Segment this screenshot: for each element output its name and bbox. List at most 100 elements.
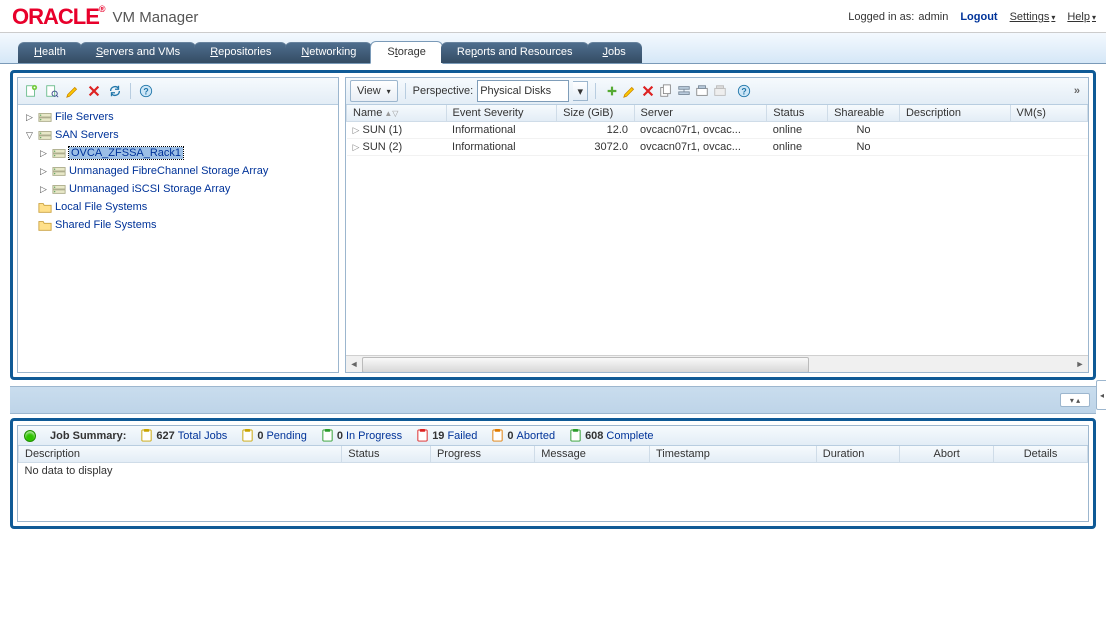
folder-icon <box>37 200 53 214</box>
tab-jobs[interactable]: Jobs <box>587 42 642 63</box>
scroll-right-icon[interactable]: ► <box>1072 356 1088 372</box>
expand-icon[interactable]: ▽ <box>24 130 35 141</box>
column-header[interactable]: VM(s) <box>1010 105 1087 122</box>
horizontal-splitter[interactable]: ▾ ▴ <box>10 386 1096 414</box>
job-stat-failed[interactable]: 19 Failed <box>416 429 477 442</box>
tree-label: Shared File Systems <box>55 219 156 231</box>
dropdown-arrow-icon[interactable]: ▾ <box>573 81 588 101</box>
delete-icon[interactable] <box>639 82 657 100</box>
column-header[interactable]: Duration <box>816 446 899 463</box>
expand-icon[interactable]: ▷ <box>24 112 35 123</box>
separator <box>405 83 406 99</box>
scroll-thumb[interactable] <box>362 357 809 373</box>
column-header[interactable]: Description <box>899 105 1010 122</box>
storage-icon <box>51 182 67 196</box>
column-header[interactable]: Status <box>767 105 828 122</box>
unpresent-icon[interactable] <box>711 82 729 100</box>
tab-storage[interactable]: Storage <box>370 41 443 64</box>
expand-icon[interactable]: ▷ <box>38 184 49 195</box>
add-icon[interactable] <box>603 82 621 100</box>
logged-in-label: Logged in as: <box>848 11 914 23</box>
storage-icon <box>51 146 67 160</box>
expand-panel-icon[interactable]: » <box>1070 85 1084 97</box>
content-panel: View▾ Perspective: Physical Disks▾ ? » N… <box>345 77 1089 373</box>
tab-health[interactable]: Health <box>18 42 82 63</box>
workspace: ? ▷File Servers ▽ SAN Servers ▷OVCA_ZFSSA_R… <box>10 70 1096 380</box>
job-stat-in-progress[interactable]: 0 In Progress <box>321 429 402 442</box>
tree-node-san-servers[interactable]: ▽ SAN Servers <box>20 126 338 144</box>
clone-icon[interactable] <box>657 82 675 100</box>
column-header[interactable]: Details <box>994 446 1088 463</box>
settings-menu[interactable]: Settings▾ <box>1010 11 1056 23</box>
expand-icon[interactable]: ▷ <box>38 166 49 177</box>
view-menu[interactable]: View▾ <box>350 80 398 102</box>
table-row[interactable]: ▷ SUN (2)Informational3072.0ovcacn07r1, … <box>347 139 1088 156</box>
header-right: Logged in as: admin Logout Settings▾ Hel… <box>848 11 1096 23</box>
expand-icon[interactable]: ▷ <box>38 148 49 159</box>
expand-icon[interactable]: ▷ <box>353 142 360 152</box>
collapse-right-handle[interactable]: ◂ <box>1096 380 1106 410</box>
jobs-grid[interactable]: DescriptionStatusProgressMessageTimestam… <box>18 446 1088 521</box>
content-toolbar: View▾ Perspective: Physical Disks▾ ? » <box>346 78 1088 105</box>
expand-icon[interactable] <box>24 220 35 231</box>
tab-repositories[interactable]: Repositories <box>194 42 287 63</box>
column-header[interactable]: Shareable <box>828 105 900 122</box>
tree-node-unmanaged-fibrechannel-storage-array[interactable]: ▷Unmanaged FibreChannel Storage Array <box>20 162 338 180</box>
refresh-icon[interactable] <box>106 82 124 100</box>
column-header[interactable]: Abort <box>900 446 994 463</box>
perspective-select[interactable]: Physical Disks <box>477 80 569 102</box>
brand-logo: ORACLE® <box>12 4 105 30</box>
splitter-handle-icon[interactable]: ▾ ▴ <box>1060 393 1090 407</box>
column-header[interactable]: Server <box>634 105 767 122</box>
edit-icon[interactable] <box>621 82 639 100</box>
caret-down-icon: ▾ <box>1051 13 1055 22</box>
tree-label: SAN Servers <box>55 129 119 141</box>
refresh-paths-icon[interactable] <box>675 82 693 100</box>
separator <box>130 83 131 99</box>
delete-icon[interactable] <box>85 82 103 100</box>
tree-node-local-file-systems[interactable]: Local File Systems <box>20 198 338 216</box>
help-icon[interactable]: ? <box>137 82 155 100</box>
storage-tree[interactable]: ▷File Servers ▽ SAN Servers ▷OVCA_ZFSSA_Rac… <box>18 105 338 372</box>
tab-reports-and-resources[interactable]: Reports and Resources <box>441 42 589 63</box>
scroll-left-icon[interactable]: ◄ <box>346 356 362 372</box>
navigator-toolbar: ? <box>18 78 338 105</box>
column-header[interactable]: Size (GiB) <box>557 105 634 122</box>
logout-link[interactable]: Logout <box>960 11 997 23</box>
column-header[interactable]: Status <box>342 446 431 463</box>
table-row[interactable]: ▷ SUN (1)Informational12.0ovcacn07r1, ov… <box>347 122 1088 139</box>
new-icon[interactable] <box>22 82 40 100</box>
tree-node-shared-file-systems[interactable]: Shared File Systems <box>20 216 338 234</box>
tree-node-unmanaged-iscsi-storage-array[interactable]: ▷Unmanaged iSCSI Storage Array <box>20 180 338 198</box>
job-summary-bar: Job Summary: 627 Total Jobs 0 Pending 0 … <box>18 426 1088 446</box>
expand-icon[interactable]: ▷ <box>353 125 360 135</box>
main-tabbar: HealthServers and VMsRepositoriesNetwork… <box>0 33 1106 64</box>
job-stat-aborted[interactable]: 0 Aborted <box>491 429 555 442</box>
help-icon[interactable]: ? <box>735 82 753 100</box>
storage-icon <box>37 128 53 142</box>
column-header[interactable]: Message <box>535 446 650 463</box>
column-header[interactable]: Description <box>19 446 342 463</box>
tree-node-ovca-zfssa-rack1[interactable]: ▷OVCA_ZFSSA_Rack1 <box>20 144 338 162</box>
tab-servers-and-vms[interactable]: Servers and VMs <box>80 42 196 63</box>
discover-icon[interactable] <box>43 82 61 100</box>
expand-icon[interactable] <box>24 202 35 213</box>
job-stat-complete[interactable]: 608 Complete <box>569 429 653 442</box>
column-header[interactable]: Name▲▽ <box>347 105 447 122</box>
tab-networking[interactable]: Networking <box>285 42 372 63</box>
help-menu[interactable]: Help▾ <box>1067 11 1096 23</box>
svg-text:?: ? <box>143 87 148 97</box>
perspective-label: Perspective: <box>413 85 474 97</box>
physical-disks-grid[interactable]: Name▲▽Event SeveritySize (GiB)ServerStat… <box>346 105 1088 355</box>
present-icon[interactable] <box>693 82 711 100</box>
column-header[interactable]: Timestamp <box>649 446 816 463</box>
edit-icon[interactable] <box>64 82 82 100</box>
horizontal-scrollbar[interactable]: ◄ ► <box>346 355 1088 372</box>
job-stat-total-jobs[interactable]: 627 Total Jobs <box>140 429 227 442</box>
tree-node-file-servers[interactable]: ▷File Servers <box>20 108 338 126</box>
storage-icon <box>51 164 67 178</box>
job-stat-pending[interactable]: 0 Pending <box>241 429 307 442</box>
column-header[interactable]: Progress <box>430 446 534 463</box>
column-header[interactable]: Event Severity <box>446 105 557 122</box>
header: ORACLE® VM Manager Logged in as: admin L… <box>0 0 1106 33</box>
